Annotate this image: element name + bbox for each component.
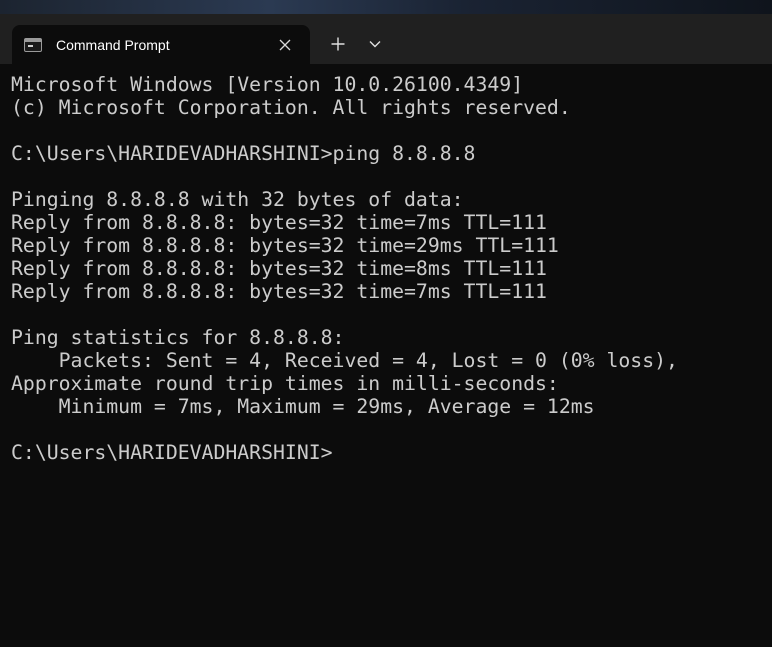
plus-icon [331, 37, 345, 51]
terminal-line: Reply from 8.8.8.8: bytes=32 time=29ms T… [11, 234, 559, 257]
terminal-line: Ping statistics for 8.8.8.8: [11, 326, 345, 349]
terminal-line: Reply from 8.8.8.8: bytes=32 time=7ms TT… [11, 280, 547, 303]
terminal-line: (c) Microsoft Corporation. All rights re… [11, 96, 571, 119]
tab-title: Command Prompt [56, 36, 170, 53]
terminal-line: Pinging 8.8.8.8 with 32 bytes of data: [11, 188, 464, 211]
close-tab-button[interactable] [270, 30, 300, 60]
terminal-line: Approximate round trip times in milli-se… [11, 372, 559, 395]
command-prompt-icon [24, 37, 42, 52]
title-bar[interactable]: Command Prompt [0, 14, 772, 64]
terminal-line: Reply from 8.8.8.8: bytes=32 time=8ms TT… [11, 257, 547, 280]
terminal-line: Packets: Sent = 4, Received = 4, Lost = … [11, 349, 678, 372]
desktop-wallpaper [0, 0, 772, 14]
chevron-down-icon [369, 41, 381, 48]
new-tab-button[interactable] [322, 30, 354, 58]
terminal-line: Reply from 8.8.8.8: bytes=32 time=7ms TT… [11, 211, 547, 234]
terminal-line: Minimum = 7ms, Maximum = 29ms, Average =… [11, 395, 595, 418]
close-icon [279, 39, 291, 50]
terminal-output[interactable]: Microsoft Windows [Version 10.0.26100.43… [0, 64, 772, 647]
terminal-line: Microsoft Windows [Version 10.0.26100.43… [11, 73, 524, 96]
terminal-line: C:\Users\HARIDEVADHARSHINI> [11, 441, 333, 464]
tab-command-prompt[interactable]: Command Prompt [12, 25, 310, 64]
terminal-window: Command Prompt Microsoft Windows [Versio… [0, 14, 772, 647]
terminal-line: C:\Users\HARIDEVADHARSHINI>ping 8.8.8.8 [11, 142, 476, 165]
tab-dropdown-button[interactable] [360, 30, 390, 58]
